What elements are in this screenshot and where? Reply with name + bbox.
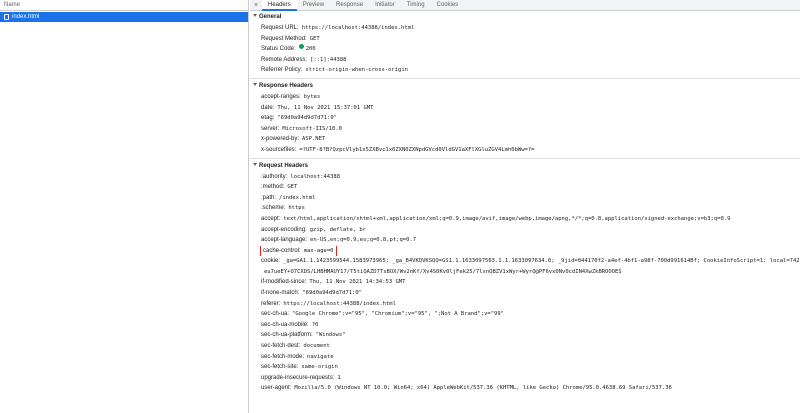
request-header-row: sec-ch-ua-mobile: ?0 <box>261 321 319 328</box>
triangle-down-icon <box>253 162 257 166</box>
response-header-row: x-powered-by: ASP.NET <box>261 136 326 143</box>
request-details-panel: × Headers Preview Response Initiator Tim… <box>250 0 800 413</box>
general-row: Request URL: https://localhost:44388/inde… <box>261 25 415 31</box>
general-row: Referrer Policy: strict-origin-when-cross… <box>261 67 408 74</box>
response-header-row: date: Thu, 11 Nov 2021 15:37:01 GMT <box>261 104 374 111</box>
tab-cookies[interactable]: Cookies <box>431 0 465 10</box>
response-header-row: server: Microsoft-IIS/10.0 <box>261 125 342 132</box>
request-header-row: sec-fetch-site: same-origin <box>261 364 338 371</box>
request-header-row: accept: text/html,application/xhtml+xml,a… <box>261 215 731 222</box>
request-header-row: user-agent: Mozilla/5.0 (Windows NT 10.0;… <box>261 385 672 392</box>
cache-control-highlight-box: cache-control: max-age=0 <box>260 245 337 257</box>
name-column-header[interactable]: Name <box>0 0 248 11</box>
details-tab-bar: × Headers Preview Response Initiator Tim… <box>250 0 800 11</box>
request-header-row: upgrade-insecure-requests: 1 <box>261 374 341 381</box>
network-request-list: Name index.html <box>0 0 249 413</box>
section-response-headers-toggle[interactable]: Response Headers <box>250 81 800 92</box>
request-header-row: referer: https://localhost:44388/index.ht… <box>261 300 396 307</box>
request-header-row: sec-ch-ua: "Google Chrome";v="95", "Chrom… <box>261 311 504 318</box>
request-header-row: if-modified-since: Thu, 11 Nov 2021 14:34… <box>261 279 406 286</box>
request-header-row: cookie: _ga=GA1.1.1423599544.1583973965; … <box>261 258 800 265</box>
response-header-row: etag: "69d0a94d9d7d71:0" <box>261 115 337 122</box>
request-header-row: sec-fetch-dest: document <box>261 343 330 350</box>
status-ok-icon <box>298 44 304 50</box>
request-header-row-highlighted: cache-control: max-age=0 <box>250 245 800 257</box>
general-row: Request Method: GET <box>261 35 320 42</box>
section-divider <box>250 157 800 159</box>
response-header-row: accept-ranges: bytes <box>261 93 321 100</box>
section-general-toggle[interactable]: General <box>250 12 800 23</box>
tab-timing[interactable]: Timing <box>401 0 431 10</box>
request-header-row: accept-language: en-US,en;q=0.9,es;q=0.8,… <box>261 237 417 244</box>
response-header-row: x-sourcefiles: =?UTF-8?B?QzpcVlyb1x5ZXBvc… <box>261 146 535 153</box>
general-row: Status Code: 200 <box>261 44 316 53</box>
request-header-row: accept-encoding: gzip, deflate, br <box>261 226 366 233</box>
close-icon[interactable]: × <box>250 0 262 10</box>
general-row: Remote Address: [::1]:44388 <box>261 56 347 63</box>
triangle-down-icon <box>253 14 257 17</box>
section-request-headers-toggle[interactable]: Request Headers <box>250 161 800 172</box>
request-row-index-html[interactable]: index.html <box>0 12 248 22</box>
triangle-down-icon <box>253 82 257 86</box>
request-header-row: sec-ch-ua-platform: "Windows" <box>261 332 346 339</box>
section-divider <box>250 77 800 79</box>
tab-response[interactable]: Response <box>330 0 369 10</box>
tab-initiator[interactable]: Initiator <box>369 0 401 10</box>
request-header-row: :scheme: https <box>261 205 305 212</box>
request-header-row: sec-fetch-mode: navigate <box>261 353 334 360</box>
tab-preview[interactable]: Preview <box>297 0 330 10</box>
request-header-row-continuation: eu7ueEY+O7CXDS/LHBHMAUY17/T5tiQAZD7TsBOX… <box>264 268 622 275</box>
tab-headers[interactable]: Headers <box>262 0 297 11</box>
request-header-row: if-none-match: "69d0a94d9d7d71:0" <box>261 290 362 297</box>
document-icon <box>4 14 9 20</box>
headers-content: General Request URL: https://localhost:44… <box>250 12 800 413</box>
request-header-row: :authority: localhost:44388 <box>261 173 341 180</box>
request-file-name: index.html <box>12 14 40 20</box>
request-header-row: :path:/index.html <box>261 194 316 201</box>
request-header-row: :method: GET <box>261 184 298 191</box>
